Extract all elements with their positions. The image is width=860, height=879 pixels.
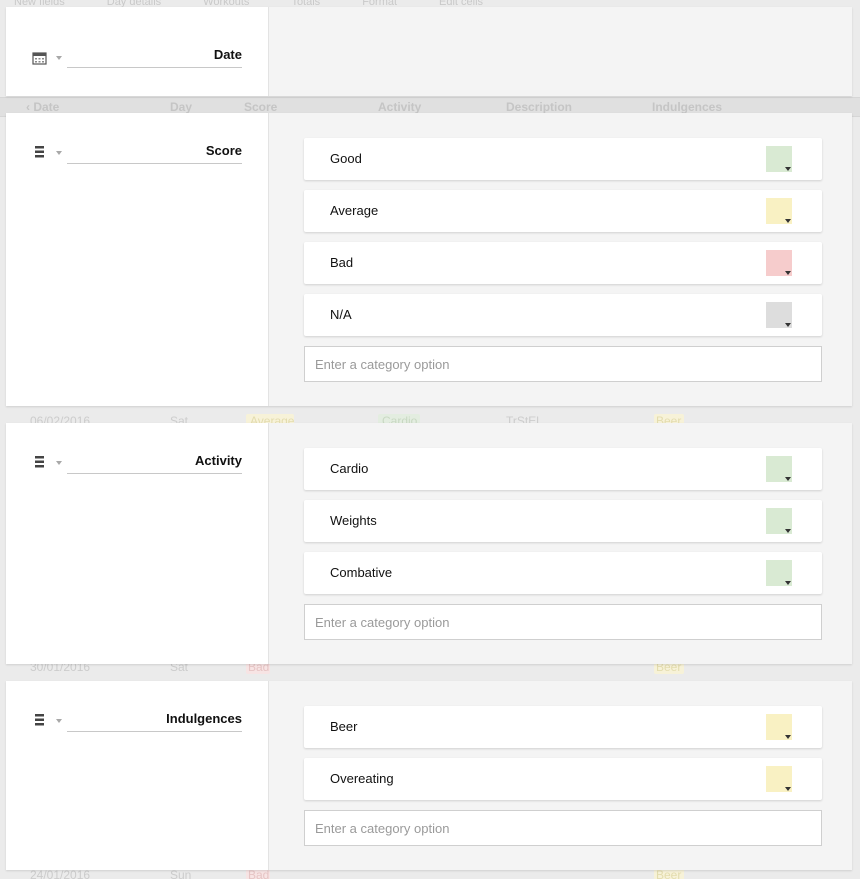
color-dropdown-caret-icon [785,323,791,327]
color-dropdown-caret-icon [785,529,791,533]
color-swatch[interactable] [766,508,792,534]
field-panel-score: Score Good Average Bad N/A [6,113,852,406]
category-option-good[interactable]: Good [304,138,822,180]
list-icon[interactable] [32,455,48,469]
type-dropdown-caret-icon[interactable] [56,461,62,465]
category-option-beer[interactable]: Beer [304,706,822,748]
field-settings: Score [6,113,269,406]
option-label: N/A [330,307,352,322]
field-panel-activity: Activity Cardio Weights Combative [6,423,852,664]
category-option-cardio[interactable]: Cardio [304,448,822,490]
type-dropdown-caret-icon[interactable] [56,56,62,60]
option-label: Beer [330,719,358,734]
calendar-icon[interactable] [32,51,48,65]
color-swatch[interactable] [766,714,792,740]
option-label: Combative [330,565,393,580]
color-swatch[interactable] [766,146,792,172]
color-dropdown-caret-icon [785,787,791,791]
list-icon[interactable] [32,145,48,159]
option-label: Weights [330,513,377,528]
color-dropdown-caret-icon [785,271,791,275]
type-dropdown-caret-icon[interactable] [56,151,62,155]
category-option-input[interactable] [304,604,822,640]
field-name-input[interactable]: Date [67,45,242,68]
color-swatch[interactable] [766,302,792,328]
field-settings: Date [6,7,269,96]
option-label: Cardio [330,461,369,476]
option-label: Overeating [330,771,394,786]
color-swatch[interactable] [766,766,792,792]
color-dropdown-caret-icon [785,167,791,171]
category-option-input[interactable] [304,810,822,846]
field-settings: Indulgences [6,681,269,870]
color-dropdown-caret-icon [785,581,791,585]
color-swatch[interactable] [766,250,792,276]
bg-column-header: Score [244,100,278,114]
category-option-na[interactable]: N/A [304,294,822,336]
color-dropdown-caret-icon [785,735,791,739]
list-icon[interactable] [32,713,48,727]
color-dropdown-caret-icon [785,219,791,223]
bg-column-header: Day [170,100,193,114]
category-option-bad[interactable]: Bad [304,242,822,284]
bg-column-header: Indulgences [652,100,723,114]
bg-column-header: Description [506,100,573,114]
color-swatch[interactable] [766,198,792,224]
category-option-weights[interactable]: Weights [304,500,822,542]
field-panel-date: Date [6,7,852,96]
field-name-input[interactable]: Indulgences [67,709,242,732]
color-swatch[interactable] [766,456,792,482]
category-option-input[interactable] [304,346,822,382]
field-name-input[interactable]: Score [67,141,242,164]
category-option-overeating[interactable]: Overeating [304,758,822,800]
field-name-input[interactable]: Activity [67,451,242,474]
bg-column-header: ‹ Date [26,100,60,114]
color-dropdown-caret-icon [785,477,791,481]
option-label: Bad [330,255,354,270]
bg-column-header: Activity [378,100,422,114]
option-label: Good [330,151,362,166]
category-option-combative[interactable]: Combative [304,552,822,594]
type-dropdown-caret-icon[interactable] [56,719,62,723]
field-settings: Activity [6,423,269,664]
color-swatch[interactable] [766,560,792,586]
option-label: Average [330,203,379,218]
field-panel-indulgences: Indulgences Beer Overeating [6,681,852,870]
category-option-average[interactable]: Average [304,190,822,232]
